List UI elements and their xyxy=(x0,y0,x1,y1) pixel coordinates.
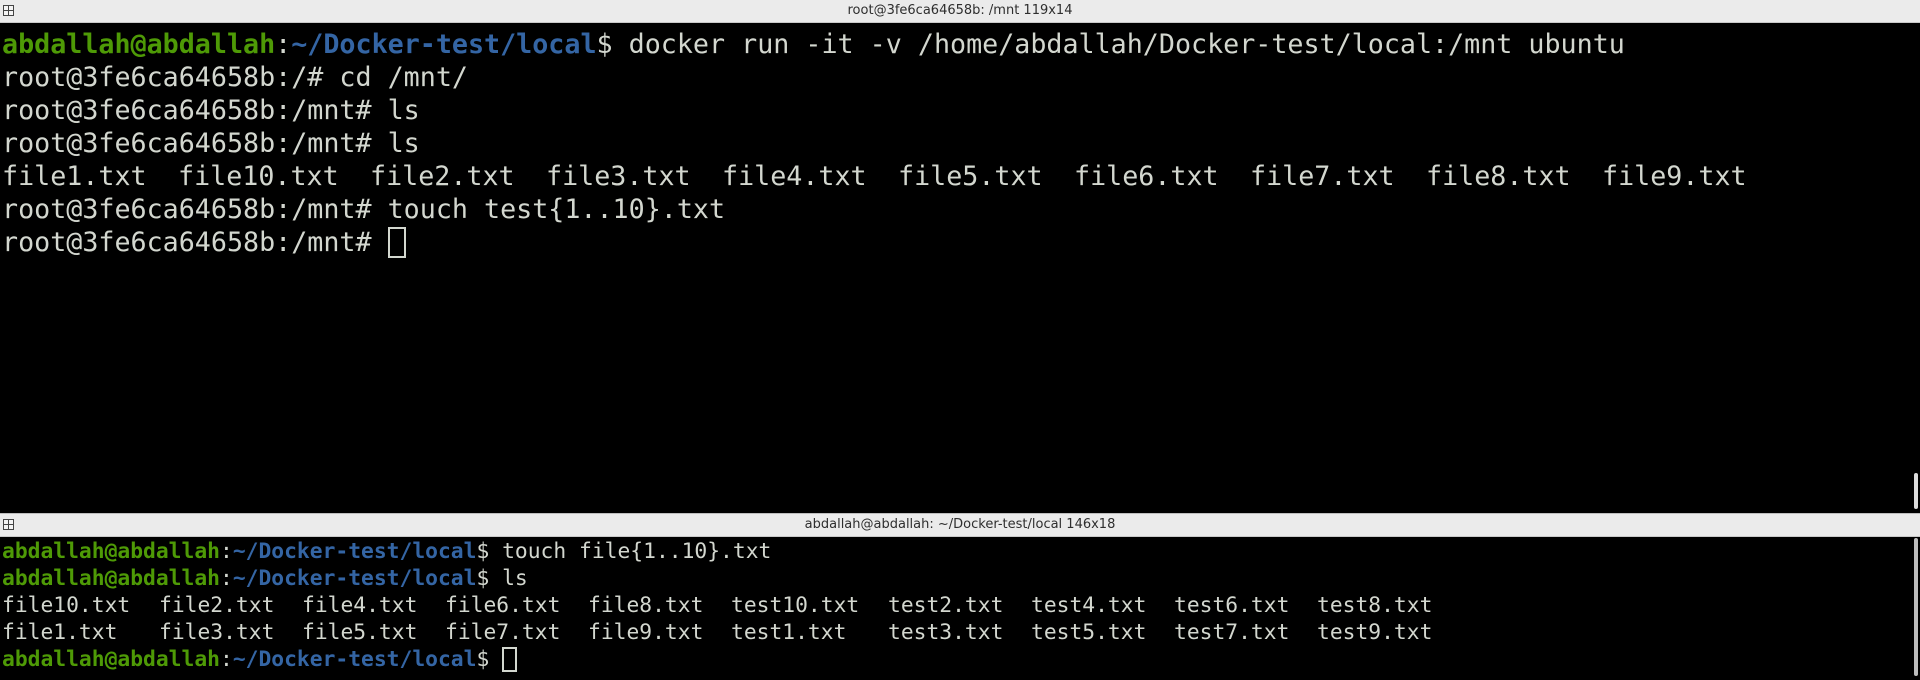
file-entry: test6.txt xyxy=(1174,593,1290,618)
prompt-separator: : xyxy=(219,566,233,591)
terminal-line: root@3fe6ca64658b:/mnt# ls xyxy=(2,128,420,159)
terminal-line: abdallah@abdallah:~/Docker-test/local$ t… xyxy=(2,538,1920,565)
file-entry: file10.txt xyxy=(178,161,339,192)
prompt-separator: : xyxy=(219,647,233,672)
file-entry: file2.txt xyxy=(159,593,275,618)
file-entry: test9.txt xyxy=(1317,620,1433,645)
prompt-user: abdallah@abdallah xyxy=(2,647,220,672)
file-entry: file6.txt xyxy=(445,593,561,618)
top-terminal-titlebar[interactable]: root@3fe6ca64658b: /mnt 119x14 xyxy=(0,0,1920,23)
bottom-terminal-titlebar[interactable]: abdallah@abdallah: ~/Docker-test/local 1… xyxy=(0,514,1920,537)
file-entry: test8.txt xyxy=(1317,593,1433,618)
text-cursor[interactable] xyxy=(502,647,518,672)
file-entry: test2.txt xyxy=(888,593,1004,618)
prompt-dollar: $ xyxy=(476,566,490,591)
file-entry: file5.txt xyxy=(898,161,1043,192)
terminal-line: root@3fe6ca64658b:/# cd /mnt/ xyxy=(2,62,468,93)
prompt-path: ~/Docker-test/local xyxy=(232,539,477,564)
file-entry: file8.txt xyxy=(588,593,704,618)
terminal-line: abdallah@abdallah:~/Docker-test/local$ d… xyxy=(2,28,1920,61)
file-entry: file9.txt xyxy=(588,620,704,645)
prompt-path: ~/Docker-test/local xyxy=(232,566,477,591)
terminal-prompt-line: root@3fe6ca64658b:/mnt# xyxy=(2,226,1920,259)
file-entry: test3.txt xyxy=(888,620,1004,645)
prompt-text: root@3fe6ca64658b:/mnt# xyxy=(2,227,388,258)
file-entry: file8.txt xyxy=(1426,161,1571,192)
prompt-path: ~/Docker-test/local xyxy=(232,647,477,672)
terminal-prompt-line: abdallah@abdallah:~/Docker-test/local$ xyxy=(2,646,1920,673)
bottom-terminal-title: abdallah@abdallah: ~/Docker-test/local 1… xyxy=(804,517,1116,532)
file-entry: file3.txt xyxy=(159,620,275,645)
ls-output-row: file1.txt file3.txt file5.txt file7.txt file… xyxy=(2,619,1920,646)
file-entry: file9.txt xyxy=(1602,161,1747,192)
top-terminal-title: root@3fe6ca64658b: /mnt 119x14 xyxy=(847,3,1073,18)
top-terminal-scrollbar[interactable] xyxy=(1914,473,1918,509)
file-entry: file7.txt xyxy=(1250,161,1395,192)
prompt-dollar: $ xyxy=(596,29,613,60)
terminal-line: root@3fe6ca64658b:/mnt# touch test{1..10… xyxy=(2,194,726,225)
command-text: touch file{1..10}.txt xyxy=(489,539,772,564)
file-entry: file7.txt xyxy=(445,620,561,645)
prompt-user: abdallah@abdallah xyxy=(2,539,220,564)
top-terminal-output[interactable]: abdallah@abdallah:~/Docker-test/local$ d… xyxy=(0,23,1920,259)
file-entry: file1.txt xyxy=(2,161,147,192)
file-entry: file6.txt xyxy=(1074,161,1219,192)
file-entry: test5.txt xyxy=(1031,620,1147,645)
command-text: ls xyxy=(489,566,528,591)
ls-output-row: file1.txt file10.txt file2.txt file3.txt fil… xyxy=(2,160,1920,193)
file-entry: file3.txt xyxy=(546,161,691,192)
prompt-separator: : xyxy=(219,539,233,564)
top-terminal-window[interactable]: root@3fe6ca64658b: /mnt 119x14 abdallah@… xyxy=(0,0,1920,514)
prompt-user: abdallah@abdallah xyxy=(2,29,276,60)
window-menu-icon[interactable] xyxy=(3,519,14,530)
command-text: docker run -it -v /home/abdallah/Docker-… xyxy=(612,29,1625,60)
file-entry: file5.txt xyxy=(302,620,418,645)
file-entry: test7.txt xyxy=(1174,620,1290,645)
window-menu-icon[interactable] xyxy=(3,5,14,16)
prompt-separator: : xyxy=(275,29,292,60)
file-entry: test10.txt xyxy=(731,593,860,618)
file-entry: file10.txt xyxy=(2,593,131,618)
bottom-terminal-window[interactable]: abdallah@abdallah: ~/Docker-test/local 1… xyxy=(0,514,1920,680)
terminal-line: root@3fe6ca64658b:/mnt# ls xyxy=(2,95,420,126)
text-cursor[interactable] xyxy=(387,227,406,258)
file-entry: file4.txt xyxy=(302,593,418,618)
bottom-terminal-output[interactable]: abdallah@abdallah:~/Docker-test/local$ t… xyxy=(0,537,1920,673)
command-text xyxy=(489,647,502,672)
file-entry: file1.txt xyxy=(2,620,118,645)
file-entry: test1.txt xyxy=(731,620,847,645)
file-entry: test4.txt xyxy=(1031,593,1147,618)
file-entry: file4.txt xyxy=(722,161,867,192)
bottom-terminal-scrollbar[interactable] xyxy=(1914,538,1918,676)
prompt-path: ~/Docker-test/local xyxy=(291,29,597,60)
file-entry: file2.txt xyxy=(370,161,515,192)
prompt-user: abdallah@abdallah xyxy=(2,566,220,591)
prompt-dollar: $ xyxy=(476,647,490,672)
terminal-line: abdallah@abdallah:~/Docker-test/local$ l… xyxy=(2,565,1920,592)
prompt-dollar: $ xyxy=(476,539,490,564)
ls-output-row: file10.txt file2.txt file4.txt file6.txt fil… xyxy=(2,592,1920,619)
